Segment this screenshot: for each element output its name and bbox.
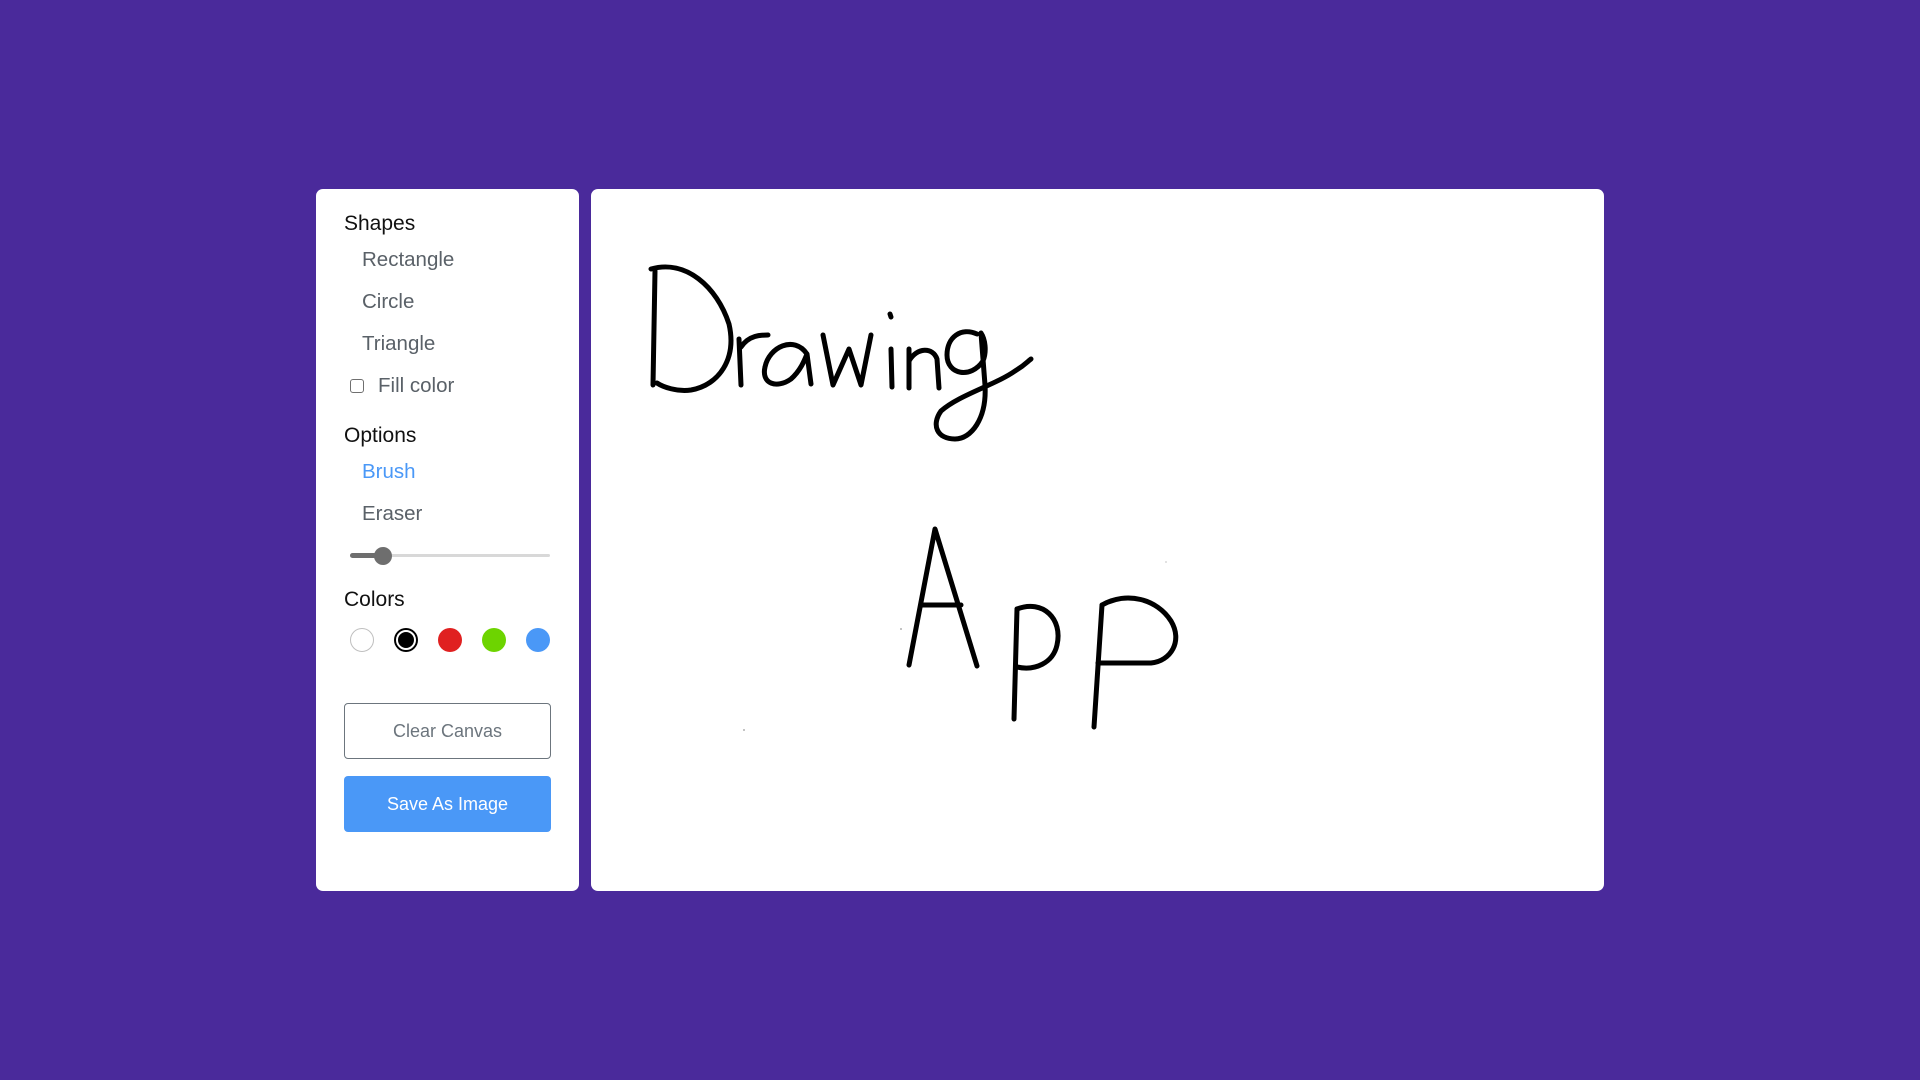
save-as-image-button[interactable]: Save As Image: [344, 776, 551, 832]
color-swatch-blue[interactable]: [526, 628, 550, 652]
eraser-label: Eraser: [362, 502, 423, 525]
colors-section: Colors: [344, 585, 551, 665]
shape-circle-option[interactable]: Circle: [344, 281, 551, 323]
color-swatches: [344, 615, 551, 665]
color-swatch-black[interactable]: [394, 628, 418, 652]
eraser-option[interactable]: Eraser: [344, 493, 551, 535]
shape-rectangle-option[interactable]: Rectangle: [344, 239, 551, 281]
brush-option[interactable]: Brush: [344, 451, 551, 493]
drawing-app: Shapes Rectangle Circle Triangle Fill co…: [316, 189, 1604, 891]
colors-title: Colors: [344, 588, 405, 611]
shape-circle-label: Circle: [362, 290, 415, 313]
brush-label: Brush: [362, 460, 416, 483]
shapes-section: Shapes Rectangle Circle Triangle Fill co…: [344, 209, 551, 407]
shape-triangle-option[interactable]: Triangle: [344, 323, 551, 365]
color-swatch-green[interactable]: [482, 628, 506, 652]
shape-rectangle-label: Rectangle: [362, 248, 455, 271]
options-section: Options Brush Eraser: [344, 421, 551, 577]
options-list: Brush Eraser: [344, 451, 551, 577]
shapes-title: Shapes: [344, 212, 416, 235]
canvas-drawing: [648, 264, 1179, 731]
options-title: Options: [344, 424, 417, 447]
fill-color-checkbox[interactable]: [350, 379, 364, 393]
fill-color-label: Fill color: [378, 374, 455, 397]
size-slider-thumb[interactable]: [374, 547, 392, 565]
shapes-list: Rectangle Circle Triangle Fill color: [344, 239, 551, 407]
clear-canvas-button[interactable]: Clear Canvas: [344, 703, 551, 759]
size-slider[interactable]: [350, 546, 550, 566]
color-swatch-white[interactable]: [350, 628, 374, 652]
color-swatch-red[interactable]: [438, 628, 462, 652]
fill-color-option[interactable]: Fill color: [344, 365, 551, 407]
size-slider-row: [344, 535, 551, 577]
shape-triangle-label: Triangle: [362, 332, 436, 355]
handwritten-drawing: [648, 264, 1179, 730]
tools-board: Shapes Rectangle Circle Triangle Fill co…: [316, 189, 579, 891]
drawing-canvas[interactable]: [591, 189, 1604, 891]
